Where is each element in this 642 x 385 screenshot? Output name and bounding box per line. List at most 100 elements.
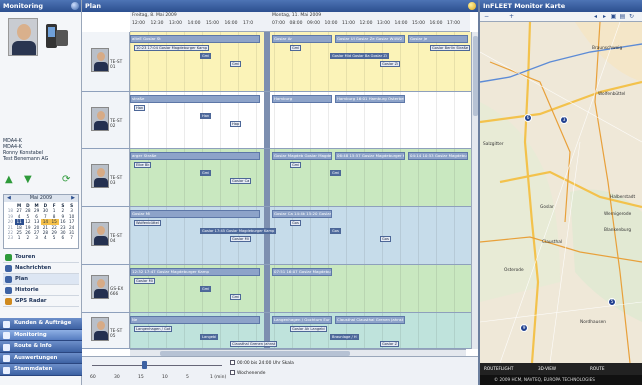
- arrow-up-icon[interactable]: ▲: [5, 175, 13, 185]
- stop-chip[interactable]: Goslar Ca: [230, 178, 252, 184]
- checkbox-icon[interactable]: [230, 370, 235, 375]
- stop-chip[interactable]: Gos: [380, 236, 391, 242]
- tour-band[interactable]: Clausthal Clausthal Grenen Jahnst Goslar…: [335, 316, 405, 324]
- calendar-day[interactable]: 5: [50, 235, 59, 240]
- tour-band[interactable]: arger Straße: [130, 152, 260, 160]
- stop-chip[interactable]: Clausthal Grenen Jahnst: [230, 341, 278, 347]
- stop-chip[interactable]: Gmi: [290, 45, 302, 51]
- tour-band[interactable]: alteE Goslar St: [130, 35, 260, 43]
- tour-band[interactable]: Hamburg 16:01 Hamburg Osterbekstraße: [335, 95, 405, 103]
- checkbox-icon[interactable]: [230, 360, 235, 365]
- calendar-day[interactable]: 6: [59, 235, 68, 240]
- sync-icon[interactable]: ⟳: [62, 175, 70, 185]
- tour-band[interactable]: Goslar Je: [408, 35, 468, 43]
- map-bar-item[interactable]: 3D-VIEW: [538, 363, 556, 375]
- tour-band[interactable]: 04:14 10:53 Goslar Magdeburger Kamp: [408, 152, 468, 160]
- save-icon[interactable]: ▤: [619, 13, 626, 20]
- section-item[interactable]: Route & Info: [0, 341, 82, 353]
- tour-band[interactable]: Goslar Magdeb Goslar Magdeburger Kamp: [272, 152, 332, 160]
- stop-chip[interactable]: Gmi: [330, 170, 342, 176]
- stop-chip[interactable]: Langenhagen / Got: [134, 326, 173, 332]
- row-timeline[interactable]: alteE Goslar St Goslar Ar Goslar Ul Goslar…: [130, 32, 473, 91]
- nav-item-plan[interactable]: Plan: [3, 274, 79, 285]
- prev-month-icon[interactable]: ◀: [7, 195, 11, 202]
- stop-chip[interactable]: Braunlage / H: [330, 334, 359, 340]
- tour-band[interactable]: Langenhagen / Gochtum Eur Langebi: [272, 316, 332, 324]
- zoom-out-icon[interactable]: −: [483, 13, 490, 20]
- stop-chip[interactable]: Elbe Bk: [134, 162, 152, 168]
- nav-item-gps-radar[interactable]: GPS Radar: [3, 296, 79, 307]
- refresh-icon[interactable]: [71, 2, 79, 10]
- calendar-day[interactable]: 1: [15, 235, 24, 240]
- stop-chip[interactable]: Wolfenbüttel: [134, 220, 161, 226]
- tour-band[interactable]: Goslar Ca 14:4k 15:20 Goslar Am Stollen: [272, 210, 332, 218]
- row-timeline[interactable]: arger Straße Goslar Magdeb Goslar Magdebu…: [130, 149, 473, 206]
- tour-band[interactable]: Goslar Ul Goslar Ze Goslar W4W2 R Goslar…: [335, 35, 405, 43]
- tour-band[interactable]: 12:32 17:47 Goslar Magdeburger Kamp: [130, 268, 260, 276]
- stop-chip[interactable]: Goslar Berlin Straße: [430, 45, 471, 51]
- tour-band[interactable]: Hamburg: [272, 95, 332, 103]
- row-timeline[interactable]: NeLangenhagen / Gochtum Eur LangebiClaus…: [130, 313, 473, 348]
- scale-option[interactable]: 00:00 bis 24:00 Uhr Skala: [230, 360, 294, 366]
- stop-chip[interactable]: Gos: [290, 220, 301, 226]
- vertical-scrollbar[interactable]: [471, 32, 478, 349]
- stop-chip[interactable]: Gmi: [200, 53, 212, 59]
- tour-band[interactable]: Goslar Mi: [130, 210, 260, 218]
- horizontal-scrollbar[interactable]: [130, 349, 466, 356]
- stop-chip[interactable]: Goslar Mi: [134, 278, 155, 284]
- stop-chip[interactable]: Goslar 17:45 Goslar Magdeburger Kamp: [200, 228, 277, 234]
- map-bar-item[interactable]: ROUTE: [590, 363, 604, 375]
- stop-chip[interactable]: Gmi: [200, 286, 212, 292]
- print-icon[interactable]: ▣: [610, 13, 617, 20]
- tour-band[interactable]: 06:48 15:57 Goslar Magdeburger Kamp: [335, 152, 405, 160]
- forward-icon[interactable]: ▸: [601, 13, 608, 20]
- row-timeline[interactable]: 12:32 17:47 Goslar Magdeburger Kamp 07:51…: [130, 265, 473, 312]
- zoom-slider-handle[interactable]: [142, 361, 147, 369]
- stop-chip[interactable]: Goslar Ak Langebi: [290, 326, 327, 332]
- zoom-in-icon[interactable]: +: [508, 13, 515, 20]
- tour-band[interactable]: 07:51 16:07 Goslar Magdeburger Kamp: [272, 268, 332, 276]
- vehicle-marker[interactable]: 9: [520, 324, 528, 332]
- section-item[interactable]: Kunden & Aufträge: [0, 318, 82, 330]
- vehicle-marker[interactable]: 5: [608, 298, 616, 306]
- row-timeline[interactable]: straße Hamburg Hamburg 16:01 Hamburg Oster…: [130, 92, 473, 148]
- stop-chip[interactable]: Goslar Z: [380, 341, 400, 347]
- calendar-day[interactable]: 3: [32, 235, 41, 240]
- stop-chip[interactable]: Langebi: [200, 334, 219, 340]
- section-item[interactable]: Monitoring: [0, 329, 82, 341]
- vehicle-marker[interactable]: 3: [560, 116, 568, 124]
- lightbulb-icon[interactable]: [468, 2, 476, 10]
- nav-item-touren[interactable]: Touren: [3, 252, 79, 263]
- stop-chip[interactable]: Gmi: [290, 162, 302, 168]
- map-bar-item[interactable]: ROUTEFLIGHT: [484, 363, 513, 375]
- weekend-option[interactable]: Wochenende: [230, 370, 265, 376]
- stop-chip[interactable]: Gmi: [230, 294, 242, 300]
- back-icon[interactable]: ◂: [592, 13, 599, 20]
- tour-band[interactable]: straße: [130, 95, 260, 103]
- tour-band[interactable]: Ne: [130, 316, 260, 324]
- map-panel[interactable]: InFLEET Monitor Karte − + ◂ ▸ ▣ ▤ ↻ Brau…: [480, 0, 642, 385]
- stop-chip[interactable]: 10:23 17:04 Goslar Magdeburger Kamp: [134, 45, 210, 51]
- stop-chip[interactable]: Han: [200, 113, 212, 119]
- next-month-icon[interactable]: ▶: [71, 195, 75, 202]
- stop-chip[interactable]: Goslar Zi: [380, 61, 401, 67]
- plan-row[interactable]: TE-ST 01 alteE Goslar St Goslar Ar Goslar U…: [82, 32, 473, 92]
- stop-chip[interactable]: Gos: [330, 228, 341, 234]
- section-item[interactable]: Stammdaten: [0, 364, 82, 376]
- calendar-day[interactable]: 2: [24, 235, 33, 240]
- stop-chip[interactable]: Goslar Mid Goslar Ba Goslar Zi: [330, 53, 389, 59]
- arrow-down-icon[interactable]: ▼: [24, 175, 32, 185]
- stop-chip[interactable]: Gmi: [230, 61, 242, 67]
- plan-row[interactable]: GS-EX 666 12:32 17:47 Goslar Magdeburger …: [82, 265, 473, 313]
- zoom-slider[interactable]: [92, 365, 222, 366]
- map-canvas[interactable]: [480, 22, 642, 363]
- stop-chip[interactable]: Gmi: [200, 170, 212, 176]
- refresh-icon[interactable]: ↻: [628, 13, 635, 20]
- row-timeline[interactable]: Goslar Mi Goslar Ca 14:4k 15:20 Goslar Am…: [130, 207, 473, 264]
- plan-row[interactable]: TE-ST 04 Goslar Mi Goslar Ca 14:4k 15:20 G…: [82, 207, 473, 265]
- calendar-day[interactable]: 4: [41, 235, 50, 240]
- tour-band[interactable]: Goslar Ar: [272, 35, 332, 43]
- plan-row[interactable]: TE-ST 05 Ne Langenhagen / Gochtum Eur Lang…: [82, 313, 473, 349]
- calendar-day[interactable]: 7: [67, 235, 76, 240]
- plan-row[interactable]: TE-ST 03 arger Straße Goslar Magdeb Goslar…: [82, 149, 473, 207]
